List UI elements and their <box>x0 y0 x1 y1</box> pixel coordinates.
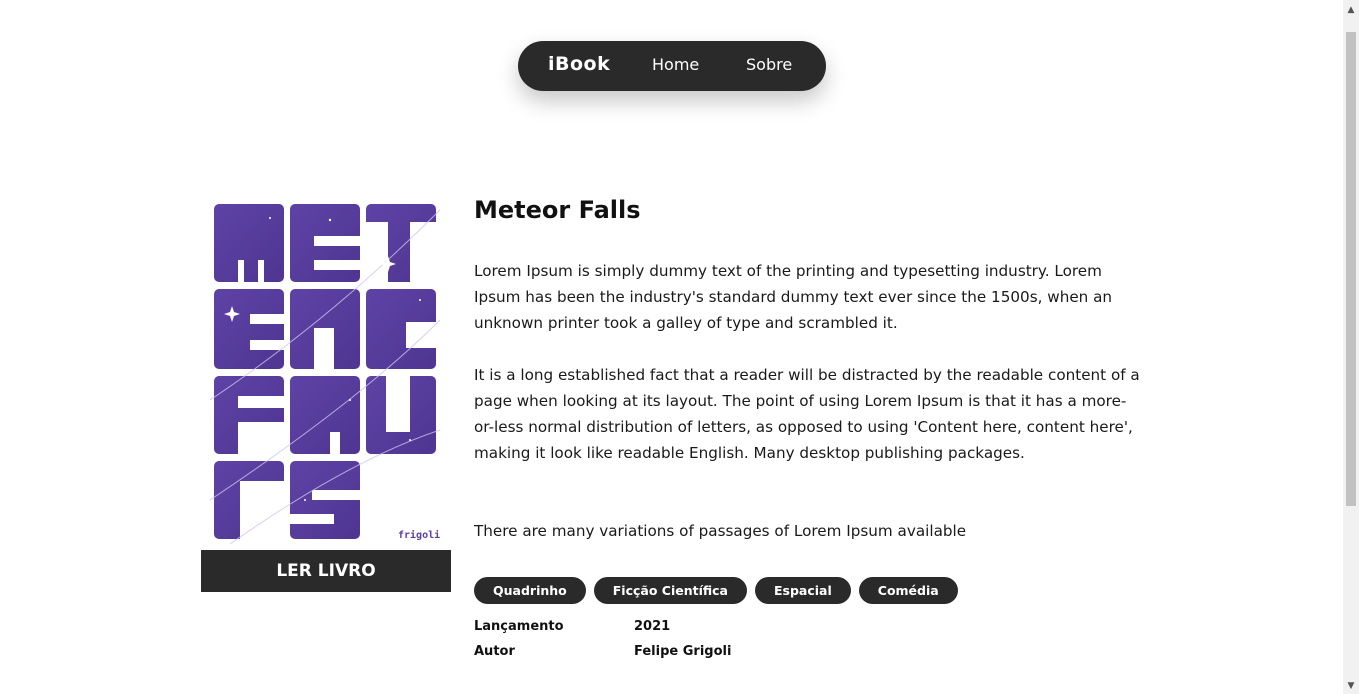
release-value: 2021 <box>634 619 671 634</box>
release-row: Lançamento 2021 <box>474 619 670 634</box>
genre-tags: Quadrinho Ficção Científica Espacial Com… <box>474 577 958 604</box>
scroll-down-icon[interactable]: ▼ <box>1343 678 1359 694</box>
description-paragraph-3: There are many variations of passages of… <box>474 522 967 540</box>
nav-link-home[interactable]: Home <box>652 55 699 74</box>
author-value: Felipe Grigoli <box>634 644 732 659</box>
scroll-up-icon[interactable]: ▲ <box>1343 2 1359 18</box>
brand-logo[interactable]: iBook <box>548 53 610 75</box>
top-nav: iBook Home Sobre <box>518 41 826 91</box>
author-label: Autor <box>474 644 515 659</box>
release-label: Lançamento <box>474 619 564 634</box>
scrollbar-thumb[interactable] <box>1346 32 1356 506</box>
nav-link-about[interactable]: Sobre <box>746 55 792 74</box>
description-paragraph-2: It is a long established fact that a rea… <box>474 366 1140 462</box>
read-book-button[interactable]: LER LIVRO <box>201 550 451 592</box>
description-paragraph-1: Lorem Ipsum is simply dummy text of the … <box>474 262 1113 332</box>
tag-ficcao-cientifica[interactable]: Ficção Científica <box>593 577 747 604</box>
tag-quadrinho[interactable]: Quadrinho <box>474 577 586 604</box>
author-row: Autor Felipe Grigoli <box>474 644 731 659</box>
book-cover-art: frigoli <box>210 204 440 544</box>
book-cover: frigoli <box>210 200 440 544</box>
tag-espacial[interactable]: Espacial <box>754 577 851 604</box>
vertical-scrollbar[interactable]: ▲ ▼ <box>1343 0 1359 694</box>
book-title: Meteor Falls <box>474 196 641 224</box>
cover-credit: frigoli <box>398 529 440 541</box>
tag-comedia[interactable]: Comédia <box>858 577 958 604</box>
